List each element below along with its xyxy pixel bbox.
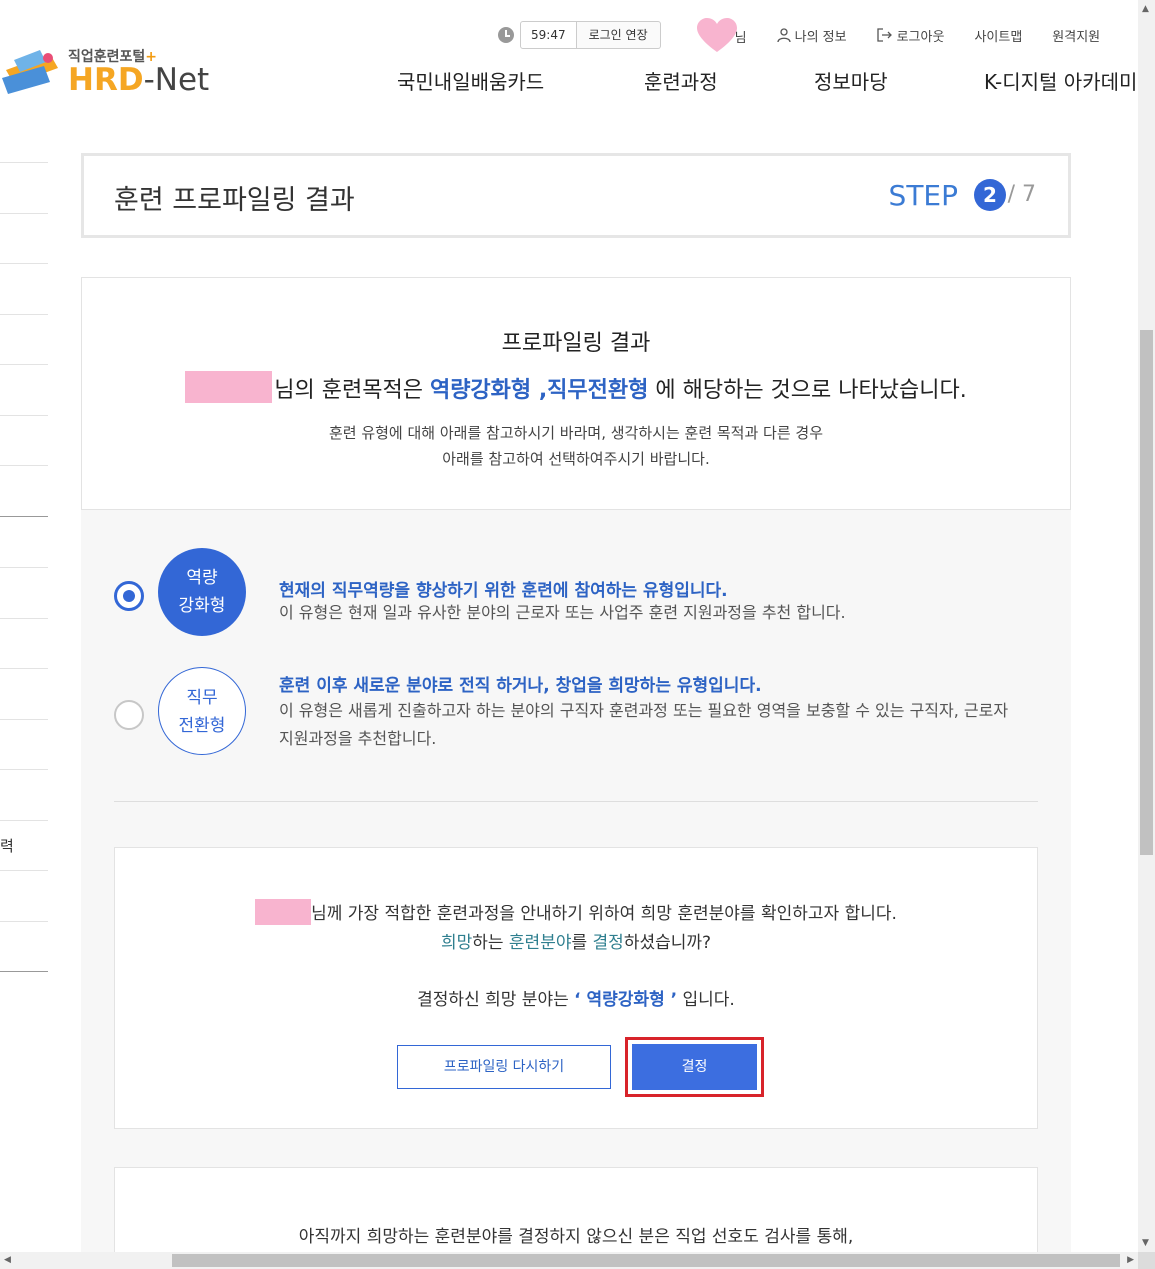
sidebar-divider — [0, 971, 48, 972]
scroll-down-arrow-icon[interactable]: ▼ — [1142, 1238, 1149, 1248]
remote-support-link[interactable]: 원격지원 — [1052, 26, 1100, 45]
selected-field-value: ‘ 역량강화형 ’ — [574, 990, 678, 1010]
site-header: 직업훈련포털+ HRD-Net 59:47 로그인 연장 님 나의 정보 로그아… — [0, 0, 1138, 110]
sidebar-divider — [0, 415, 48, 416]
user-icon — [776, 28, 791, 42]
confirm-question: 희망하는 훈련분야를 결정하셨습니까? — [440, 933, 712, 953]
step-current-badge: 2 — [974, 179, 1006, 211]
sidebar-divider — [0, 465, 48, 466]
sidebar-divider — [0, 870, 48, 871]
confirm-message: 님께 가장 적합한 훈련과정을 안내하기 위하여 희망 훈련분야를 확인하고자 … — [115, 899, 1037, 925]
retry-profiling-button[interactable]: 프로파일링 다시하기 — [397, 1045, 611, 1089]
nav-item-courses[interactable]: 훈련과정 — [644, 66, 718, 95]
scroll-left-arrow-icon[interactable]: ◀ — [4, 1255, 11, 1265]
sidebar-divider — [0, 314, 48, 315]
sidebar-divider — [0, 213, 48, 214]
nav-item-learning-card[interactable]: 국민내일배움카드 — [397, 66, 544, 95]
clock-icon — [498, 27, 514, 43]
decide-button-highlight: 결정 — [625, 1037, 764, 1097]
preference-test-text: 아직까지 희망하는 훈련분야를 결정하지 않으신 분은 직업 선호도 검사를 통… — [298, 1227, 854, 1247]
session-timer: 59:47 — [520, 21, 577, 49]
sidebar-divider — [0, 820, 48, 821]
sidebar-divider — [0, 618, 48, 619]
logout-icon — [876, 28, 892, 42]
sidebar-divider — [0, 769, 48, 770]
page-title: 훈련 프로파일링 결과 — [114, 185, 355, 216]
nav-item-k-digital[interactable]: K-디지털 아카데미 — [984, 66, 1138, 95]
redacted-name — [185, 371, 273, 403]
sidebar-divider — [0, 719, 48, 720]
result-summary: 님의 훈련목적은 역량강화형 ,직무전환형 에 해당하는 것으로 나타났습니다. — [82, 371, 1070, 404]
step-label: STEP — [888, 179, 958, 212]
radio-capability[interactable] — [114, 581, 144, 611]
my-info-link[interactable]: 나의 정보 — [776, 26, 847, 45]
horizontal-scroll-thumb[interactable] — [172, 1254, 1120, 1267]
decide-button[interactable]: 결정 — [632, 1044, 757, 1090]
step-header: 훈련 프로파일링 결과 STEP 2 / 7 — [81, 153, 1071, 238]
selected-field-text: 결정하신 희망 분야는 ‘ 역량강화형 ’ 입니다. — [417, 990, 735, 1010]
badge-transition: 직무 전환형 — [158, 667, 246, 755]
type-heading: 현재의 직무역량을 향상하기 위한 훈련에 참여하는 유형입니다. — [279, 581, 728, 601]
logout-link[interactable]: 로그아웃 — [876, 26, 944, 45]
scroll-right-arrow-icon[interactable]: ▶ — [1127, 1255, 1134, 1265]
step-total: / 7 — [1007, 182, 1036, 207]
redacted-name — [255, 899, 312, 925]
radio-transition[interactable] — [114, 700, 144, 730]
result-types: 역량강화형 ,직무전환형 — [429, 378, 649, 403]
section-divider — [114, 801, 1038, 802]
main-navigation: 국민내일배움카드 훈련과정 정보마당 K-디지털 아카데미 — [0, 66, 1138, 98]
scrollbar-corner — [1138, 1252, 1155, 1269]
result-description: 훈련 유형에 대해 아래를 참고하시기 바라며, 생각하시는 훈련 목적과 다른… — [328, 424, 824, 468]
result-title: 프로파일링 결과 — [501, 331, 651, 356]
vertical-scrollbar[interactable]: ▲ ▼ — [1138, 0, 1155, 1252]
confirm-field-box: 님께 가장 적합한 훈련과정을 안내하기 위하여 희망 훈련분야를 확인하고자 … — [114, 847, 1038, 1129]
sidebar-divider — [0, 364, 48, 365]
type-heading: 훈련 이후 새로운 분야로 전직 하거나, 창업을 희망하는 유형입니다. — [279, 676, 762, 696]
sidebar-divider — [0, 162, 48, 163]
type-description: 이 유형은 새롭게 진출하고자 하는 분야의 구직자 훈련과정 또는 필요한 영… — [279, 701, 1009, 748]
sidebar-divider — [0, 516, 48, 517]
sidebar-divider — [0, 567, 48, 568]
training-type-section: 역량 강화형 현재의 직무역량을 향상하기 위한 훈련에 참여하는 유형입니다.… — [81, 510, 1071, 1269]
redacted-heart-icon — [696, 18, 737, 52]
scroll-up-arrow-icon[interactable]: ▲ — [1142, 4, 1149, 14]
sidebar-divider — [0, 263, 48, 264]
sidebar-divider — [0, 668, 48, 669]
profiling-result-box: 프로파일링 결과 님의 훈련목적은 역량강화형 ,직무전환형 에 해당하는 것으… — [81, 277, 1071, 510]
utility-bar: 59:47 로그인 연장 님 나의 정보 로그아웃 사이트맵 원격지원 — [498, 18, 1100, 52]
horizontal-scrollbar[interactable]: ◀ ▶ — [0, 1252, 1138, 1269]
sidebar-item-label[interactable]: 력 — [0, 835, 14, 856]
sitemap-link[interactable]: 사이트맵 — [974, 26, 1022, 45]
login-extend-button[interactable]: 로그인 연장 — [576, 21, 661, 49]
nav-item-info[interactable]: 정보마당 — [814, 66, 888, 95]
type-description: 이 유형은 현재 일과 유사한 분야의 근로자 또는 사업주 훈련 지원과정을 … — [279, 603, 846, 622]
badge-capability: 역량 강화형 — [158, 548, 246, 636]
sidebar-divider — [0, 921, 48, 922]
username-display: 님 — [696, 18, 747, 52]
vertical-scroll-thumb[interactable] — [1140, 330, 1153, 855]
